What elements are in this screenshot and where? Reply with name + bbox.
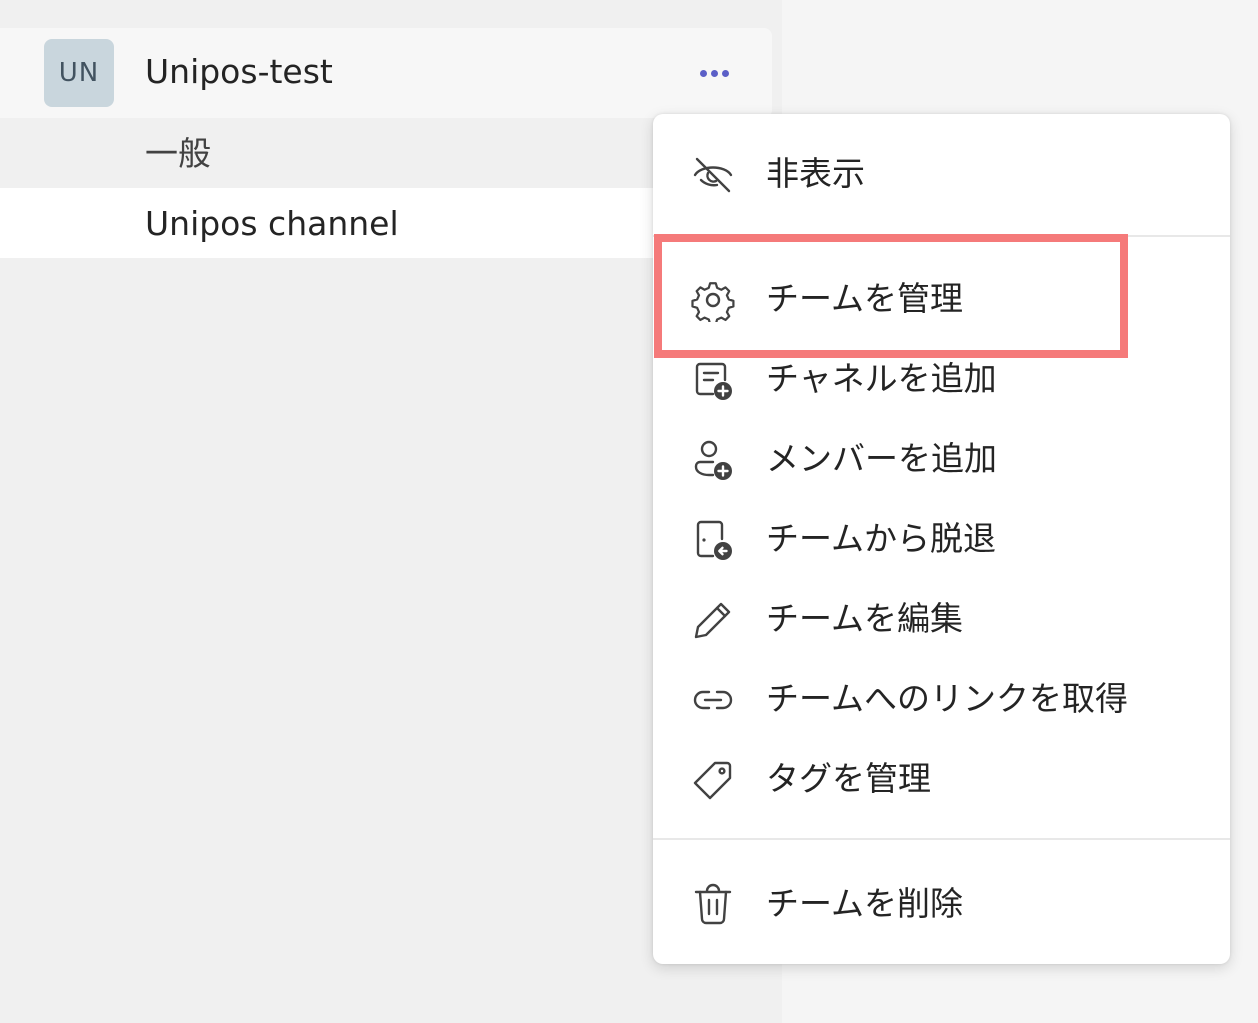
team-avatar: UN [44, 39, 114, 107]
more-options-button[interactable] [688, 54, 740, 92]
menu-divider [653, 838, 1230, 840]
menu-item-get-link[interactable]: チームへのリンクを取得 [653, 664, 1230, 734]
channel-label: 一般 [145, 134, 211, 173]
menu-item-label: メンバーを追加 [766, 439, 997, 478]
eye-off-icon [691, 153, 735, 197]
more-horizontal-icon [699, 69, 707, 77]
menu-item-label: チームへのリンクを取得 [766, 679, 1129, 718]
leave-icon [691, 518, 735, 562]
trash-icon [691, 883, 735, 927]
more-horizontal-icon-dot [721, 69, 729, 77]
link-icon [691, 678, 735, 722]
menu-item-delete-team[interactable]: チームを削除 [653, 869, 1230, 939]
menu-item-label: チームを編集 [766, 599, 964, 638]
pencil-icon [691, 598, 735, 642]
highlight-annotation [654, 234, 1128, 358]
menu-item-manage-tags[interactable]: タグを管理 [653, 744, 1230, 814]
team-name[interactable]: Unipos-test [145, 50, 333, 94]
menu-item-hide[interactable]: 非表示 [653, 139, 1230, 209]
add-channel-icon [691, 358, 735, 402]
menu-item-leave-team[interactable]: チームから脱退 [653, 504, 1230, 574]
menu-item-label: 非表示 [766, 154, 865, 193]
menu-item-label: チームを削除 [766, 884, 964, 923]
menu-item-edit-team[interactable]: チームを編集 [653, 584, 1230, 654]
channel-label: Unipos channel [145, 204, 399, 243]
add-person-icon [691, 438, 735, 482]
menu-item-label: チームから脱退 [766, 519, 997, 558]
tag-icon [691, 758, 735, 802]
menu-item-label: チャネルを追加 [766, 359, 997, 398]
menu-item-label: タグを管理 [766, 759, 931, 798]
team-row[interactable]: UN Unipos-test [0, 28, 772, 118]
menu-item-add-member[interactable]: メンバーを追加 [653, 424, 1230, 494]
more-horizontal-icon-dot [710, 69, 718, 77]
